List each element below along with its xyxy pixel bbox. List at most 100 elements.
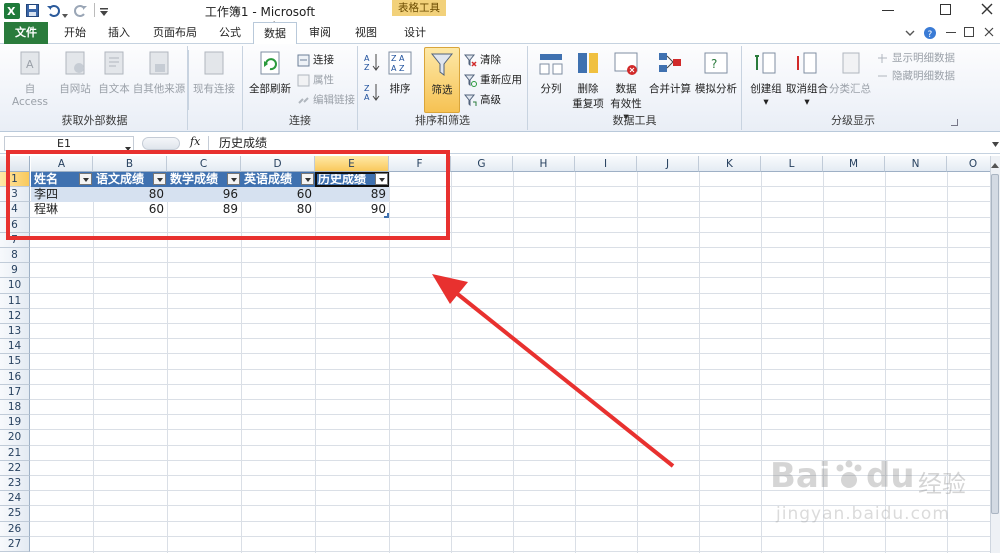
minimize-ribbon-icon[interactable] [905,28,915,38]
from-other-sources-button[interactable]: 自其他来源 [132,50,186,96]
tab-home[interactable]: 开始 [56,22,94,44]
column-header-k[interactable]: K [699,156,761,172]
column-header-l[interactable]: L [761,156,823,172]
undo-dropdown-icon[interactable] [62,8,68,18]
column-header-i[interactable]: I [575,156,637,172]
clear-filter-button[interactable]: 清除 [464,52,501,67]
sort-descending-icon[interactable]: ZA [364,82,380,102]
baidu-watermark: Bai du 经验 jingyan.baidu.com [770,456,990,536]
row-header[interactable]: 14 [0,339,30,355]
tab-formulas[interactable]: 公式 [210,22,250,44]
from-text-button[interactable]: 自文本 [94,50,134,96]
save-icon[interactable] [26,4,39,17]
reapply-button[interactable]: 重新应用 [464,72,522,87]
insert-function-icon[interactable]: fx [190,135,200,148]
row-header[interactable]: 10 [0,278,30,294]
row-header[interactable]: 19 [0,415,30,431]
show-detail-button[interactable]: 显示明细数据 [876,50,955,65]
row-header[interactable]: 22 [0,460,30,476]
workbook-restore-icon[interactable] [964,27,974,37]
row-header[interactable]: 11 [0,293,30,309]
maximize-icon[interactable] [940,4,951,15]
existing-connections-button[interactable]: 现有连接 [190,50,238,96]
group-sort-filter: AZ ZA Z AA Z 排序 筛选 清除 重新应用 高级 排序和筛选 [358,46,528,130]
scroll-up-icon[interactable] [991,160,999,168]
connections-icon [297,54,310,66]
consolidate-button[interactable]: 合并计算 [648,50,692,96]
group-label-external: 获取外部数据 [61,114,128,127]
what-if-analysis-button[interactable]: ? 模拟分析 [692,50,740,96]
edit-links-button[interactable]: 编辑链接 [297,92,355,107]
workbook-close-icon[interactable] [984,27,994,37]
group-get-external-data: A 自 Access 自网站 自文本 自其他来源 获取外部数据 [2,46,189,130]
hide-detail-button[interactable]: 隐藏明细数据 [876,68,955,83]
row-header[interactable]: 20 [0,430,30,446]
scrollbar-thumb[interactable] [991,174,999,514]
row-header[interactable]: 13 [0,324,30,340]
tab-data[interactable]: 数据 [253,22,297,45]
from-access-button[interactable]: A 自 Access [6,50,54,108]
connections-button[interactable]: 连接 [297,52,334,67]
svg-text:A: A [26,58,34,71]
properties-button[interactable]: 属性 [297,72,334,87]
redo-icon[interactable] [74,3,88,17]
workbook-minimize-icon[interactable] [946,32,956,33]
subtotal-icon [842,52,860,74]
row-header[interactable]: 26 [0,521,30,537]
sort-ascending-icon[interactable]: AZ [364,52,380,72]
name-box[interactable]: E1 [4,136,134,151]
tab-insert[interactable]: 插入 [100,22,138,44]
row-header[interactable]: 15 [0,354,30,370]
row-header[interactable]: 16 [0,369,30,385]
advanced-filter-button[interactable]: 高级 [464,92,501,107]
group-label-sort-filter: 排序和筛选 [415,114,470,127]
row-header[interactable]: 25 [0,506,30,522]
row-header[interactable]: 18 [0,400,30,416]
name-box-dropdown-icon[interactable] [125,141,131,151]
formula-input[interactable]: 历史成绩 [208,136,992,151]
reapply-icon [464,74,477,87]
column-header-j[interactable]: J [637,156,699,172]
tab-file[interactable]: 文件 [4,22,48,44]
help-icon[interactable]: ? [924,27,936,40]
tab-design[interactable]: 设计 [394,22,436,44]
refresh-all-button[interactable]: 全部刷新 [245,50,295,96]
access-icon: A [20,51,40,75]
row-header[interactable]: 24 [0,491,30,507]
remove-duplicates-button[interactable]: 删除 重复项 [570,50,606,111]
ungroup-button[interactable]: 取消组合 ▾ [786,50,828,108]
svg-text:Z: Z [364,63,370,72]
row-header[interactable]: 17 [0,384,30,400]
column-header-h[interactable]: H [513,156,575,172]
filter-button[interactable]: 筛选 [424,47,460,113]
title-bar: X 工作簿1 - Microsoft Excel 表格工具 [0,0,1000,34]
column-header-g[interactable]: G [451,156,513,172]
tab-view[interactable]: 视图 [346,22,386,44]
row-header[interactable]: 8 [0,248,30,264]
from-web-button[interactable]: 自网站 [56,50,94,96]
row-header[interactable]: 23 [0,476,30,492]
tab-page-layout[interactable]: 页面布局 [146,22,204,44]
formula-bar-expand-icon[interactable] [142,137,180,150]
subtotal-button[interactable]: 分类汇总 [828,50,872,96]
formula-bar-collapse-icon[interactable] [992,138,999,147]
outline-dialog-launcher-icon[interactable] [951,119,958,126]
row-header[interactable]: 12 [0,308,30,324]
group-data-tools: 分列 删除 重复项 数据 有效性 ▾ 合并计算 ? 模拟分析 数据工具 [528,46,742,130]
group-label-outline: 分级显示 [831,114,875,127]
close-icon[interactable] [980,2,994,16]
row-header[interactable]: 21 [0,445,30,461]
column-header-n[interactable]: N [885,156,947,172]
minimize-icon[interactable] [882,10,894,11]
row-header[interactable]: 9 [0,263,30,279]
column-header-m[interactable]: M [823,156,885,172]
tab-review[interactable]: 审阅 [300,22,340,44]
customize-qat-icon[interactable] [100,6,108,16]
undo-icon[interactable] [46,3,60,17]
worksheet-grid[interactable]: A B C D E F G H I J K L M N O 1 3 4 6 7 8 9 10 1… [0,150,1000,553]
group-button[interactable]: 创建组 ▾ [746,50,786,108]
row-header[interactable]: 27 [0,536,30,552]
sort-button[interactable]: Z AA Z 排序 [384,50,416,96]
text-to-columns-button[interactable]: 分列 [534,50,568,96]
qat-divider [94,3,95,17]
